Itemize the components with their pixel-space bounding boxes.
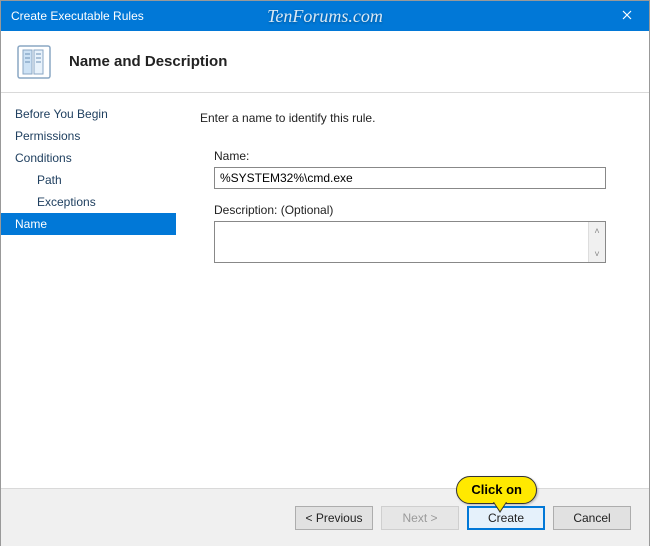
name-input[interactable]	[214, 167, 606, 189]
close-button[interactable]	[605, 1, 649, 31]
wizard-footer: Click on < Previous Next > Create Cancel	[1, 488, 649, 546]
window-title: Create Executable Rules	[11, 9, 144, 23]
name-label: Name:	[214, 149, 619, 163]
previous-button[interactable]: < Previous	[295, 506, 373, 530]
close-icon	[622, 9, 632, 23]
scroll-up-icon: ˄	[589, 222, 605, 239]
next-button[interactable]: Next >	[381, 506, 459, 530]
scroll-down-icon: ˅	[589, 245, 605, 262]
annotation-callout: Click on	[456, 476, 537, 504]
wizard-body: Before You Begin Permissions Conditions …	[1, 93, 649, 488]
nav-before-you-begin[interactable]: Before You Begin	[1, 103, 176, 125]
description-label: Description: (Optional)	[214, 203, 619, 217]
nav-path[interactable]: Path	[1, 169, 176, 191]
description-input[interactable]	[215, 222, 588, 262]
title-bar: Create Executable Rules	[1, 1, 649, 31]
page-title: Name and Description	[69, 53, 227, 70]
nav-exceptions[interactable]: Exceptions	[1, 191, 176, 213]
nav-permissions[interactable]: Permissions	[1, 125, 176, 147]
nav-name[interactable]: Name	[1, 213, 176, 235]
rules-icon	[15, 43, 53, 81]
instruction-text: Enter a name to identify this rule.	[200, 111, 619, 125]
wizard-nav: Before You Begin Permissions Conditions …	[1, 93, 176, 488]
description-field-wrap: ˄ ˅	[214, 221, 606, 263]
cancel-button[interactable]: Cancel	[553, 506, 631, 530]
nav-conditions[interactable]: Conditions	[1, 147, 176, 169]
scrollbar[interactable]: ˄ ˅	[588, 222, 605, 262]
wizard-header: Name and Description	[1, 31, 649, 93]
wizard-content: Enter a name to identify this rule. Name…	[176, 93, 649, 488]
